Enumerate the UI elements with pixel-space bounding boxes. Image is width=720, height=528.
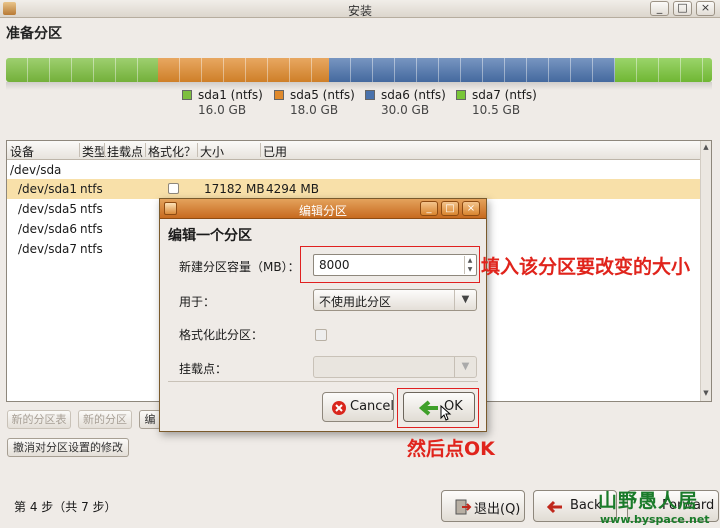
table-scrollbar[interactable]: ▲ ▼ — [700, 141, 711, 401]
legend-size: 30.0 GB — [381, 103, 430, 117]
dialog-heading: 编辑一个分区 — [168, 228, 252, 244]
partition-bar — [6, 58, 712, 82]
legend-name: sda6 (ntfs) — [381, 88, 446, 102]
scroll-up-icon[interactable]: ▲ — [702, 143, 710, 151]
column-header-used[interactable]: 已用 — [263, 143, 287, 160]
maximize-button[interactable]: □ — [673, 1, 692, 16]
dialog-titlebar: 编辑分区 _ □ × — [160, 199, 486, 219]
dialog-maximize-button[interactable]: □ — [441, 201, 459, 216]
column-divider — [145, 143, 146, 157]
size-annotation: 填入该分区要改变的大小 — [481, 256, 691, 278]
step-indicator: 第 4 步（共 7 步） — [14, 500, 117, 514]
cell-device: /dev/sda1 — [18, 182, 78, 196]
quit-label: 退出(Q) — [474, 502, 521, 517]
cancel-icon — [332, 401, 346, 415]
revert-button[interactable]: 撤消对分区设置的修改 — [7, 438, 129, 457]
cell-type: ntfs — [80, 202, 103, 216]
watermark: 山野愚人居 www.byspace.net — [598, 486, 710, 526]
back-arrow-icon — [546, 500, 562, 514]
column-divider — [197, 143, 198, 157]
chevron-down-icon: ▼ — [454, 357, 476, 377]
minimize-button[interactable]: _ — [650, 1, 669, 16]
quit-icon — [455, 499, 472, 515]
cell-size: 17182 MB — [204, 182, 265, 196]
partition-bar-sda1 — [6, 58, 158, 82]
legend-swatch — [274, 90, 284, 100]
new-partition-table-button[interactable]: 新的分区表 — [7, 410, 71, 429]
format-label: 格式化此分区： — [179, 328, 264, 342]
cancel-label: Cancel — [350, 399, 395, 414]
back-label: Back — [570, 498, 602, 513]
cell-type: ntfs — [80, 242, 103, 256]
cell-device: /dev/sda5 — [18, 202, 78, 216]
ok-annotation: 然后点OK — [407, 438, 495, 460]
legend-name: sda7 (ntfs) — [472, 88, 537, 102]
scroll-down-icon[interactable]: ▼ — [702, 389, 710, 397]
legend-size: 16.0 GB — [198, 103, 247, 117]
partition-bar-sda6 — [329, 58, 615, 82]
legend-name: sda1 (ntfs) — [198, 88, 263, 102]
size-highlight-box — [300, 246, 480, 283]
table-row-selected[interactable]: /dev/sda1 ntfs 17182 MB 4294 MB — [7, 179, 701, 199]
legend-size: 18.0 GB — [290, 103, 339, 117]
window-title: 安装 — [347, 4, 372, 18]
column-divider — [79, 143, 80, 157]
legend-swatch — [365, 90, 375, 100]
new-partition-button[interactable]: 新的分区 — [78, 410, 132, 429]
dialog-minimize-button[interactable]: _ — [420, 201, 438, 216]
mount-point-combobox[interactable]: ▼ — [313, 356, 477, 378]
size-label: 新建分区容量（MB）： — [179, 260, 300, 274]
legend-swatch — [456, 90, 466, 100]
cell-type: ntfs — [80, 182, 103, 196]
mount-point-label: 挂载点： — [179, 362, 228, 376]
column-header-format[interactable]: 格式化？ — [148, 143, 196, 160]
window-titlebar: 安装 _ □ × — [0, 0, 720, 18]
cell-device: /dev/sda — [10, 163, 62, 177]
edit-partition-button[interactable]: 编 — [139, 410, 161, 429]
legend-size: 10.5 GB — [472, 103, 521, 117]
format-partition-checkbox[interactable] — [315, 329, 327, 341]
column-divider — [260, 143, 261, 157]
partition-bar-shadow — [6, 82, 712, 90]
partition-bar-sda7 — [615, 58, 712, 82]
table-header: 设备 类型 挂载点 格式化？ 大小 已用 — [7, 141, 701, 160]
quit-button[interactable]: 退出(Q) — [441, 490, 525, 522]
column-header-mount[interactable]: 挂载点 — [107, 143, 143, 160]
cell-device: /dev/sda6 — [18, 222, 78, 236]
page-title: 准备分区 — [6, 26, 62, 42]
dialog-close-button[interactable]: × — [462, 201, 480, 216]
use-as-combobox[interactable]: 不使用此分区 ▼ — [313, 289, 477, 311]
use-as-label: 用于： — [179, 295, 216, 309]
use-as-value: 不使用此分区 — [319, 295, 392, 309]
column-header-size[interactable]: 大小 — [200, 143, 224, 160]
ok-highlight-box — [397, 388, 479, 428]
cancel-button[interactable]: Cancel — [322, 392, 394, 422]
watermark-logo: 山野愚人居 — [598, 490, 699, 512]
chevron-down-icon: ▼ — [454, 290, 476, 310]
table-row[interactable]: /dev/sda — [7, 160, 701, 180]
cell-device: /dev/sda7 — [18, 242, 78, 256]
legend-swatch — [182, 90, 192, 100]
partition-bar-sda5 — [158, 58, 329, 82]
cell-used: 4294 MB — [266, 182, 319, 196]
cell-type: ntfs — [80, 222, 103, 236]
format-checkbox[interactable] — [168, 183, 179, 194]
column-divider — [104, 143, 105, 157]
dialog-separator — [168, 381, 478, 382]
watermark-url: www.byspace.net — [600, 513, 710, 526]
column-header-type[interactable]: 类型 — [82, 143, 106, 160]
close-button[interactable]: × — [696, 1, 715, 16]
legend-name: sda5 (ntfs) — [290, 88, 355, 102]
column-header-device[interactable]: 设备 — [10, 143, 34, 160]
